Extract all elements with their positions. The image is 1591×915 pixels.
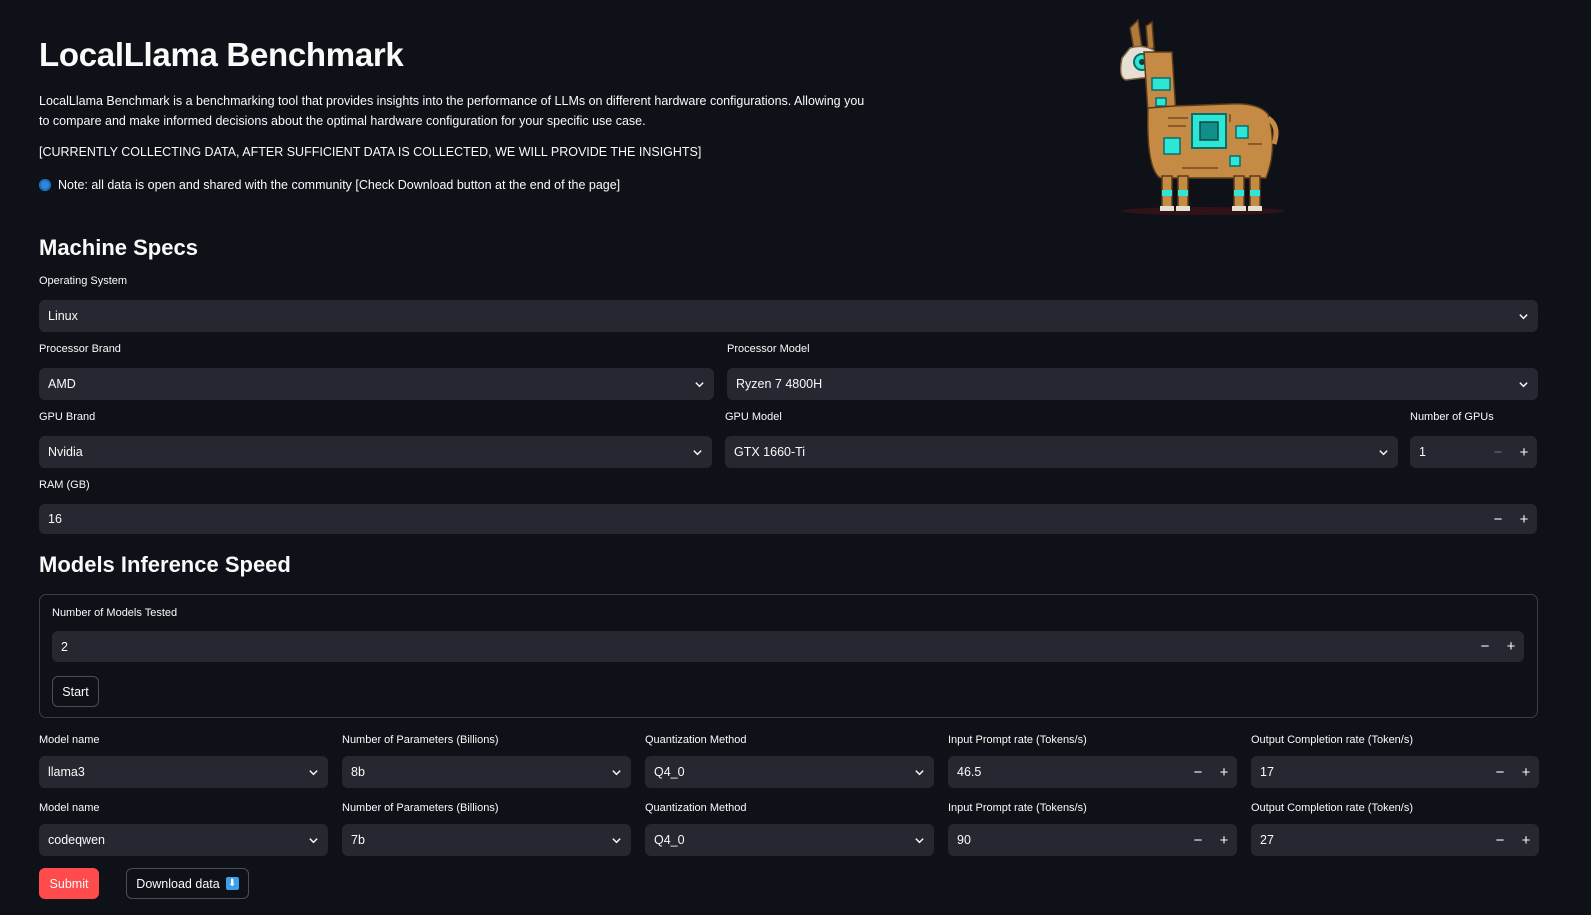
params-label: Number of Parameters (Billions) — [342, 734, 499, 746]
submit-button[interactable]: Submit — [39, 868, 99, 899]
chevron-down-icon[interactable] — [684, 379, 714, 390]
machine-specs-heading: Machine Specs — [39, 235, 198, 260]
app-page: LocalLlama Benchmark LocalLlama Benchmar… — [0, 0, 1591, 915]
params-select[interactable]: 8b — [342, 756, 631, 788]
minus-icon[interactable]: − — [1485, 436, 1511, 468]
chevron-down-icon[interactable] — [601, 767, 631, 778]
circuit-llama-logo — [1119, 18, 1285, 215]
model-name-label: Model name — [39, 734, 100, 746]
input-rate-stepper[interactable]: 90 − + — [948, 824, 1237, 856]
output-rate-label: Output Completion rate (Token/s) — [1251, 802, 1414, 814]
models-count-label: Number of Models Tested — [52, 607, 178, 619]
plus-icon[interactable]: + — [1513, 756, 1539, 788]
minus-icon[interactable]: − — [1487, 824, 1513, 856]
output-rate-stepper[interactable]: 27 − + — [1251, 824, 1539, 856]
minus-icon[interactable]: − — [1185, 824, 1211, 856]
params-value: 7b — [351, 833, 365, 847]
processor-model-select[interactable]: Ryzen 7 4800H — [727, 368, 1538, 400]
input-rate-stepper[interactable]: 46.5 − + — [948, 756, 1237, 788]
model-name-label: Model name — [39, 802, 100, 814]
gpu-model-label: GPU Model — [725, 411, 782, 423]
models-heading: Models Inference Speed — [39, 552, 291, 577]
model-name-value: codeqwen — [48, 833, 105, 847]
model-name-value: llama3 — [48, 765, 85, 779]
plus-icon[interactable]: + — [1498, 631, 1524, 662]
chevron-down-icon[interactable] — [682, 447, 712, 458]
output-rate-label: Output Completion rate (Token/s) — [1251, 734, 1414, 746]
download-label: Download data — [136, 876, 220, 891]
blue-circle-icon — [39, 179, 51, 191]
gpu-brand-select[interactable]: Nvidia — [39, 436, 712, 468]
plus-icon[interactable]: + — [1211, 824, 1237, 856]
quant-value: Q4_0 — [654, 833, 685, 847]
models-count-stepper[interactable]: 2 − + — [52, 631, 1524, 662]
ram-stepper[interactable]: 16 − + — [39, 504, 1537, 534]
os-value: Linux — [48, 309, 78, 323]
input-rate-label: Input Prompt rate (Tokens/s) — [948, 802, 1087, 814]
start-button[interactable]: Start — [52, 676, 99, 707]
num-gpus-value[interactable]: 1 — [1410, 445, 1485, 459]
chevron-down-icon[interactable] — [298, 767, 328, 778]
ram-value[interactable]: 16 — [39, 512, 1485, 526]
chevron-down-icon[interactable] — [601, 835, 631, 846]
plus-icon[interactable]: + — [1211, 756, 1237, 788]
model-name-select[interactable]: codeqwen — [39, 824, 328, 856]
num-gpus-label: Number of GPUs — [1410, 411, 1494, 423]
quant-label: Quantization Method — [645, 734, 747, 746]
minus-icon[interactable]: − — [1185, 756, 1211, 788]
os-select[interactable]: Linux — [39, 300, 1538, 332]
input-rate-value[interactable]: 90 — [948, 833, 1185, 847]
minus-icon[interactable]: − — [1485, 504, 1511, 534]
processor-model-label: Processor Model — [727, 343, 810, 355]
processor-brand-label: Processor Brand — [39, 343, 121, 355]
output-rate-stepper[interactable]: 17 − + — [1251, 756, 1539, 788]
gpu-model-select[interactable]: GTX 1660-Ti — [725, 436, 1398, 468]
params-select[interactable]: 7b — [342, 824, 631, 856]
download-data-button[interactable]: Download data ⬇ — [126, 868, 249, 899]
chevron-down-icon[interactable] — [904, 835, 934, 846]
quant-value: Q4_0 — [654, 765, 685, 779]
chevron-down-icon[interactable] — [1508, 379, 1538, 390]
quant-select[interactable]: Q4_0 — [645, 824, 934, 856]
note-text: Note: all data is open and shared with t… — [58, 178, 621, 192]
gpu-brand-value: Nvidia — [48, 445, 83, 459]
open-data-note: Note: all data is open and shared with t… — [39, 178, 620, 192]
minus-icon[interactable]: − — [1472, 631, 1498, 662]
plus-icon[interactable]: + — [1511, 436, 1537, 468]
chevron-down-icon[interactable] — [904, 767, 934, 778]
output-rate-value[interactable]: 27 — [1251, 833, 1487, 847]
input-rate-label: Input Prompt rate (Tokens/s) — [948, 734, 1087, 746]
collecting-notice: [CURRENTLY COLLECTING DATA, AFTER SUFFIC… — [39, 145, 702, 159]
minus-icon[interactable]: − — [1487, 756, 1513, 788]
quant-label: Quantization Method — [645, 802, 747, 814]
plus-icon[interactable]: + — [1511, 504, 1537, 534]
params-value: 8b — [351, 765, 365, 779]
intro-text: LocalLlama Benchmark is a benchmarking t… — [39, 94, 865, 128]
quant-select[interactable]: Q4_0 — [645, 756, 934, 788]
num-gpus-stepper[interactable]: 1 − + — [1410, 436, 1537, 468]
gpu-model-value: GTX 1660-Ti — [734, 445, 806, 459]
down-arrow-icon: ⬇ — [225, 877, 239, 890]
chevron-down-icon[interactable] — [298, 835, 328, 846]
models-count-value[interactable]: 2 — [52, 640, 1472, 654]
ram-label: RAM (GB) — [39, 479, 90, 491]
model-name-select[interactable]: llama3 — [39, 756, 328, 788]
chevron-down-icon[interactable] — [1508, 311, 1538, 322]
chevron-down-icon[interactable] — [1368, 447, 1398, 458]
os-label: Operating System — [39, 275, 128, 287]
page-title: LocalLlama Benchmark — [39, 36, 404, 73]
processor-brand-select[interactable]: AMD — [39, 368, 714, 400]
params-label: Number of Parameters (Billions) — [342, 802, 499, 814]
processor-model-value: Ryzen 7 4800H — [736, 377, 823, 391]
plus-icon[interactable]: + — [1513, 824, 1539, 856]
output-rate-value[interactable]: 17 — [1251, 765, 1487, 779]
input-rate-value[interactable]: 46.5 — [948, 765, 1185, 779]
gpu-brand-label: GPU Brand — [39, 411, 96, 423]
processor-brand-value: AMD — [48, 377, 76, 391]
